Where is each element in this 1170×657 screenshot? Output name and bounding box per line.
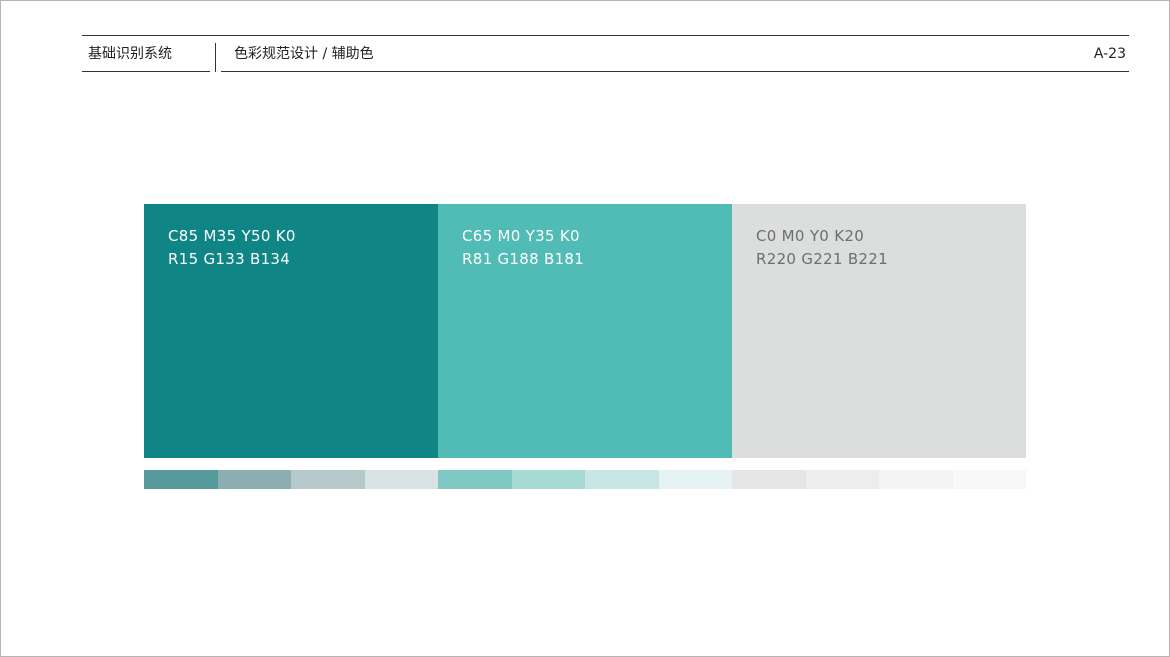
header-bottom-rule-left	[82, 71, 210, 72]
tint-swatch	[658, 470, 732, 489]
tint-swatch	[952, 470, 1026, 489]
tint-swatch	[879, 470, 953, 489]
swatch-values: C65 M0 Y35 K0 R81 G188 B181	[462, 225, 584, 271]
swatch-values: C85 M35 Y50 K0 R15 G133 B134	[168, 225, 296, 271]
swatch-values: C0 M0 Y0 K20 R220 G221 B221	[756, 225, 888, 271]
tint-swatch	[732, 470, 806, 489]
rgb-value: R220 G221 B221	[756, 250, 888, 268]
tint-swatch	[511, 470, 585, 489]
tint-strip	[144, 470, 1026, 489]
tint-swatch	[217, 470, 291, 489]
tint-swatch	[805, 470, 879, 489]
header-divider	[215, 43, 216, 72]
tint-swatch	[585, 470, 659, 489]
header-top-rule	[82, 35, 1129, 36]
cmyk-value: C0 M0 Y0 K20	[756, 227, 865, 245]
rgb-value: R15 G133 B134	[168, 250, 291, 268]
rgb-value: R81 G188 B181	[462, 250, 585, 268]
color-swatch-teal: C85 M35 Y50 K0 R15 G133 B134	[144, 204, 438, 458]
cmyk-value: C65 M0 Y35 K0	[462, 227, 580, 245]
page-number: A-23	[1093, 46, 1126, 62]
header-bottom-rule-right	[221, 71, 1129, 72]
tint-swatch	[144, 470, 218, 489]
cmyk-value: C85 M35 Y50 K0	[168, 227, 296, 245]
color-swatch-aqua: C65 M0 Y35 K0 R81 G188 B181	[438, 204, 732, 458]
section-title: 基础识别系统	[88, 46, 172, 62]
tint-swatch	[438, 470, 512, 489]
page-title: 色彩规范设计 / 辅助色	[234, 46, 374, 62]
tint-swatch	[291, 470, 365, 489]
tint-swatch	[364, 470, 438, 489]
color-swatch-gray: C0 M0 Y0 K20 R220 G221 B221	[732, 204, 1026, 458]
